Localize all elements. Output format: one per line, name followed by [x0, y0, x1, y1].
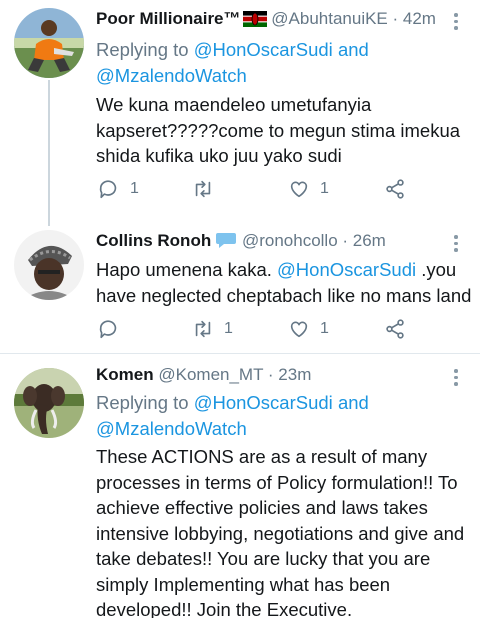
- tweet-text-line: achieve effective policies and laws take…: [96, 497, 428, 518]
- replying-prefix: Replying to: [96, 39, 194, 60]
- mention-link[interactable]: @HonOscarSudi: [194, 392, 333, 413]
- more-options-icon[interactable]: [448, 10, 464, 32]
- timestamp[interactable]: · 26m: [342, 231, 385, 250]
- tweet-header: Collins Ronoh @ronohcollo · 26m: [96, 230, 440, 255]
- avatar-image: [14, 368, 84, 438]
- tweet-text-line: These ACTIONS are as a result of many: [96, 446, 428, 467]
- display-name[interactable]: Poor Millionaire™: [96, 9, 241, 28]
- tweet-text-line: kapseret?????come to megun stima imekua: [96, 119, 461, 141]
- tweet-text-line: take debates!! You are lucky that you ar…: [96, 548, 431, 569]
- speech-bubble-icon: [215, 231, 237, 255]
- tweet-3[interactable]: Komen @Komen_MT · 23m Replying to @HonOs…: [0, 354, 480, 618]
- retweet-icon: [195, 320, 211, 338]
- tweet-header: Komen @Komen_MT · 23m: [96, 364, 440, 386]
- tweet-text-line: simply Implementing what has been: [96, 573, 391, 595]
- text-segment: Hapo umenena kaka.: [96, 259, 278, 280]
- tweet-text-line: intensive lobbying, negotiations and giv…: [96, 522, 465, 544]
- share-button[interactable]: [384, 176, 406, 202]
- avatar[interactable]: [14, 230, 84, 300]
- thread-line: [48, 80, 50, 226]
- tweet-text-line: shida kufika uko juu yako sudi: [96, 145, 342, 166]
- display-name[interactable]: Komen: [96, 365, 154, 384]
- display-name[interactable]: Collins Ronoh: [96, 231, 211, 250]
- share-icon: [386, 319, 404, 339]
- retweet-count: 1: [224, 320, 233, 337]
- timestamp[interactable]: · 42m: [393, 9, 436, 28]
- heart-icon: [290, 321, 308, 338]
- reply-button[interactable]: 1: [98, 176, 139, 202]
- avatar[interactable]: [14, 368, 84, 438]
- more-options-icon[interactable]: [448, 232, 464, 254]
- retweet-icon: [195, 180, 211, 198]
- avatar[interactable]: [14, 8, 84, 78]
- like-count: 1: [320, 180, 329, 197]
- mention-and[interactable]: and: [338, 39, 369, 60]
- tweet-text-line: have neglected cheptabach like no mans l…: [96, 284, 472, 306]
- mention-and[interactable]: and: [338, 392, 369, 413]
- replying-to: Replying to @HonOscarSudi and @MzalendoW…: [96, 37, 466, 88]
- mention-link[interactable]: @HonOscarSudi: [194, 39, 333, 60]
- reply-count: 1: [130, 180, 139, 197]
- like-count: 1: [320, 320, 329, 337]
- user-handle[interactable]: @Komen_MT: [158, 365, 263, 384]
- mention-link[interactable]: @MzalendoWatch: [96, 418, 247, 439]
- reply-button[interactable]: [98, 316, 130, 342]
- tweet-1[interactable]: Poor Millionaire™ @AbuhtanuiKE · 42m Rep…: [0, 0, 480, 226]
- avatar-image: [14, 8, 84, 78]
- user-handle[interactable]: @ronohcollo: [242, 231, 338, 250]
- mention-link[interactable]: @HonOscarSudi: [277, 259, 416, 280]
- tweet-text-line: We kuna maendeleo umetufanyia: [96, 94, 372, 115]
- kenya-flag-icon: [242, 11, 267, 33]
- timestamp[interactable]: · 23m: [268, 365, 311, 384]
- tweet-text: We kuna maendeleo umetufanyia kapseret??…: [96, 92, 470, 169]
- reply-icon: [99, 320, 117, 339]
- more-options-icon[interactable]: [448, 366, 464, 388]
- tweet-header: Poor Millionaire™ @AbuhtanuiKE · 42m: [96, 8, 440, 33]
- tweet-actions: 1 1: [96, 176, 426, 202]
- share-button[interactable]: [384, 316, 406, 342]
- reply-icon: [99, 180, 117, 199]
- text-segment: .you: [416, 259, 457, 280]
- replying-to: Replying to @HonOscarSudi and @MzalendoW…: [96, 390, 466, 441]
- like-button[interactable]: 1: [288, 176, 329, 202]
- tweet-text-line: Hapo umenena kaka. @HonOscarSudi .you: [96, 257, 470, 283]
- retweet-button[interactable]: [192, 176, 224, 202]
- tweet-actions: 1 1: [96, 316, 426, 342]
- replying-prefix: Replying to: [96, 392, 194, 413]
- tweet-text-line: processes in terms of Policy formulation…: [96, 471, 458, 493]
- tweet-text: These ACTIONS are as a result of many pr…: [96, 444, 470, 618]
- user-handle[interactable]: @AbuhtanuiKE: [271, 9, 388, 28]
- mention-link[interactable]: @MzalendoWatch: [96, 65, 247, 86]
- avatar-image: [14, 230, 84, 300]
- heart-icon: [290, 181, 308, 198]
- like-button[interactable]: 1: [288, 316, 329, 342]
- retweet-button[interactable]: 1: [192, 316, 233, 342]
- tweet-2[interactable]: Collins Ronoh @ronohcollo · 26m Hapo ume…: [0, 222, 480, 352]
- tweet-text: Hapo umenena kaka. @HonOscarSudi .you ha…: [96, 257, 472, 308]
- tweet-text-line: developed!! Join the Executive.: [96, 599, 353, 618]
- share-icon: [386, 179, 404, 199]
